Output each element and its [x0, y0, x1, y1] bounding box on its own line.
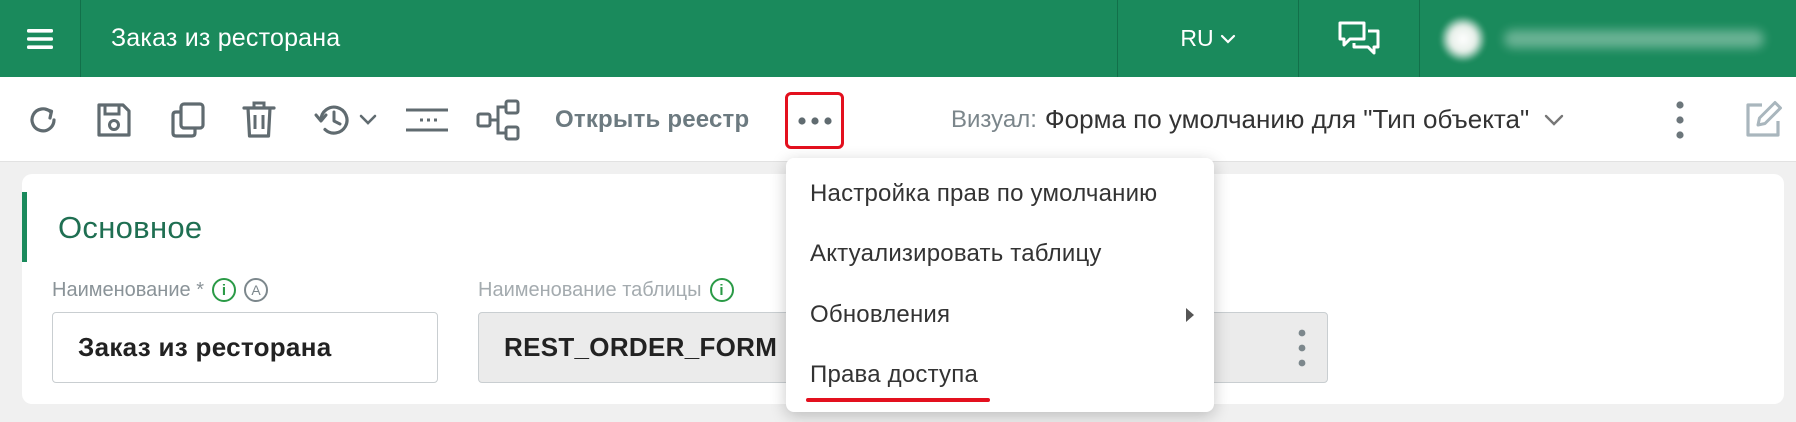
- hamburger-icon: [27, 28, 53, 49]
- topbar-divider: [80, 0, 81, 77]
- edit-icon: [1746, 100, 1782, 137]
- visual-selector[interactable]: Визуал: Форма по умолчанию для "Тип объе…: [951, 77, 1565, 162]
- copy-button[interactable]: [162, 77, 214, 162]
- visual-options-button[interactable]: [1665, 77, 1695, 162]
- structure-icon: [476, 99, 520, 140]
- save-button[interactable]: [88, 77, 140, 162]
- delete-button[interactable]: [233, 77, 285, 162]
- submenu-arrow-icon: [1186, 308, 1194, 322]
- menu-item-refresh-table[interactable]: Актуализировать таблицу: [810, 240, 1102, 268]
- language-label: RU: [1180, 25, 1214, 51]
- more-actions-button[interactable]: [785, 92, 844, 149]
- name-input[interactable]: Заказ из ресторана: [52, 312, 438, 383]
- save-icon: [97, 102, 131, 137]
- top-bar: Заказ из ресторана RU: [0, 0, 1796, 77]
- list-view-button[interactable]: [402, 77, 452, 162]
- history-button[interactable]: [305, 77, 385, 162]
- list-icon: [406, 108, 448, 131]
- chevron-down-icon: [359, 114, 377, 125]
- open-registry-button[interactable]: Открыть реестр: [555, 77, 749, 162]
- kebab-icon: [1676, 100, 1684, 139]
- kebab-icon: [1298, 329, 1306, 366]
- table-name-field-label: Наименование таблицы i: [478, 278, 734, 302]
- chevron-down-icon: [1545, 114, 1564, 126]
- highlight-underline: [806, 398, 990, 402]
- user-menu[interactable]: [1420, 0, 1796, 77]
- info-icon[interactable]: i: [709, 278, 734, 302]
- refresh-icon: [30, 106, 56, 132]
- chat-bubbles-icon: [1338, 21, 1379, 54]
- more-actions-menu: Настройка прав по умолчанию Актуализиров…: [786, 158, 1214, 412]
- chat-button[interactable]: [1298, 0, 1419, 77]
- name-field-label: Наименование * i A: [52, 278, 268, 302]
- language-selector[interactable]: RU: [1118, 0, 1298, 77]
- info-icon[interactable]: i: [211, 278, 236, 302]
- structure-button[interactable]: [472, 77, 526, 162]
- section-accent: [22, 192, 27, 262]
- translate-icon[interactable]: A: [243, 278, 268, 302]
- avatar: [1440, 15, 1486, 62]
- app-title: Заказ из ресторана: [111, 24, 341, 52]
- section-title: Основное: [58, 210, 203, 245]
- main-menu-button[interactable]: [0, 0, 80, 77]
- refresh-button[interactable]: [18, 77, 68, 162]
- edit-form-button[interactable]: [1733, 77, 1793, 162]
- history-icon: [314, 105, 349, 135]
- more-icon: [797, 116, 832, 125]
- menu-item-access-rights[interactable]: Права доступа: [810, 361, 978, 389]
- menu-item-default-rights[interactable]: Настройка прав по умолчанию: [810, 180, 1157, 208]
- visual-value: Форма по умолчанию для "Тип объекта": [1044, 104, 1530, 134]
- table-name-label-text: Наименование таблицы: [478, 278, 702, 301]
- user-name-redacted: [1504, 29, 1764, 48]
- menu-item-updates[interactable]: Обновления: [810, 301, 950, 329]
- name-label-text: Наименование *: [52, 278, 204, 301]
- chevron-down-icon: [1220, 34, 1235, 44]
- table-name-options-button[interactable]: [1277, 312, 1327, 383]
- copy-icon: [171, 101, 205, 138]
- visual-label: Визуал:: [951, 105, 1037, 133]
- delete-icon: [242, 101, 276, 138]
